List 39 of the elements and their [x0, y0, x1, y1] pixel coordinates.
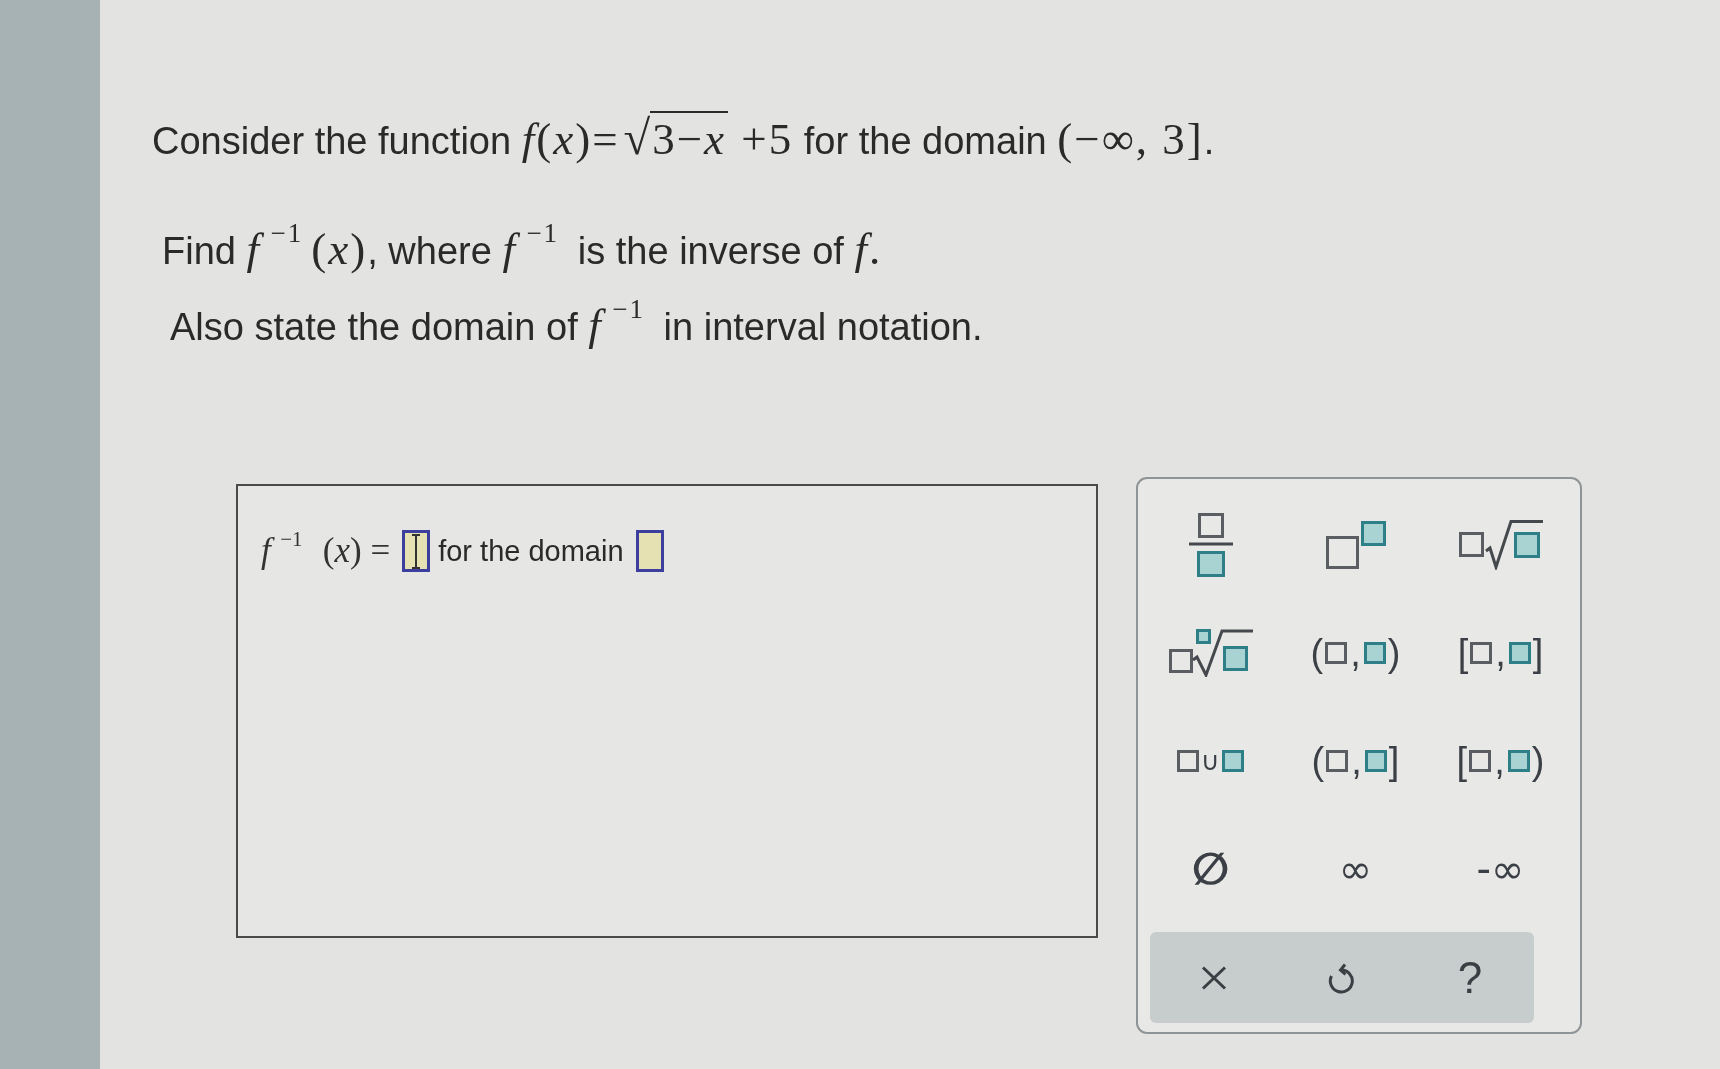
equation-label: f$^{−1}$ (x) =	[261, 531, 391, 571]
union-button[interactable]: ∪	[1177, 748, 1244, 774]
infinity-button[interactable]: ∞	[1338, 849, 1373, 889]
placeholder-box-icon	[1508, 642, 1531, 664]
empty-set-button[interactable]: ∅	[1191, 847, 1230, 891]
placeholder-box-icon	[1222, 750, 1244, 772]
square-root-icon	[1458, 520, 1543, 570]
placeholder-box-icon	[1469, 750, 1492, 772]
placeholder-box-icon	[1326, 750, 1349, 772]
nth-root-button[interactable]	[1168, 629, 1253, 677]
placeholder-box-icon	[1363, 642, 1386, 664]
question-text: Consider the function f(x)=√3−x +5 for the domain (−∞, 3].	[152, 110, 1215, 167]
exponent-icon	[1325, 521, 1386, 569]
clear-button[interactable]	[1201, 965, 1227, 990]
fraction-icon	[1188, 513, 1233, 577]
question-text: Find f$^{−1}$(x), where f$^{−1}$ is the inverse of f.	[162, 221, 883, 276]
interval-button[interactable]: [ , )	[1456, 742, 1545, 780]
exponent-button[interactable]	[1325, 521, 1386, 569]
answer-field[interactable]	[402, 530, 431, 572]
fraction-button[interactable]	[1188, 513, 1233, 577]
negative-infinity-button[interactable]: -∞	[1476, 849, 1525, 889]
text-cursor-icon	[411, 534, 422, 569]
nth-root-icon	[1168, 629, 1253, 677]
placeholder-box-icon	[1470, 642, 1493, 664]
domain-label: for the domain	[438, 534, 624, 568]
placeholder-box-icon	[1177, 750, 1199, 772]
placeholder-box-icon	[1364, 750, 1387, 772]
answer-field[interactable]	[635, 530, 664, 572]
square-root-button[interactable]	[1458, 520, 1543, 570]
close-icon	[1201, 965, 1227, 990]
question-text: Also state the domain of f$^{−1}$ in interval notation.	[170, 297, 983, 352]
undo-icon	[1328, 961, 1356, 994]
help-button[interactable]: ?	[1457, 955, 1483, 1000]
interval-button[interactable]: [ , ]	[1457, 634, 1544, 672]
placeholder-box-icon	[1507, 750, 1530, 772]
interval-button[interactable]: ( , ]	[1311, 742, 1400, 780]
interval-button[interactable]: ( , )	[1310, 634, 1401, 672]
placeholder-box-icon	[1325, 642, 1348, 664]
undo-button[interactable]	[1328, 961, 1356, 994]
